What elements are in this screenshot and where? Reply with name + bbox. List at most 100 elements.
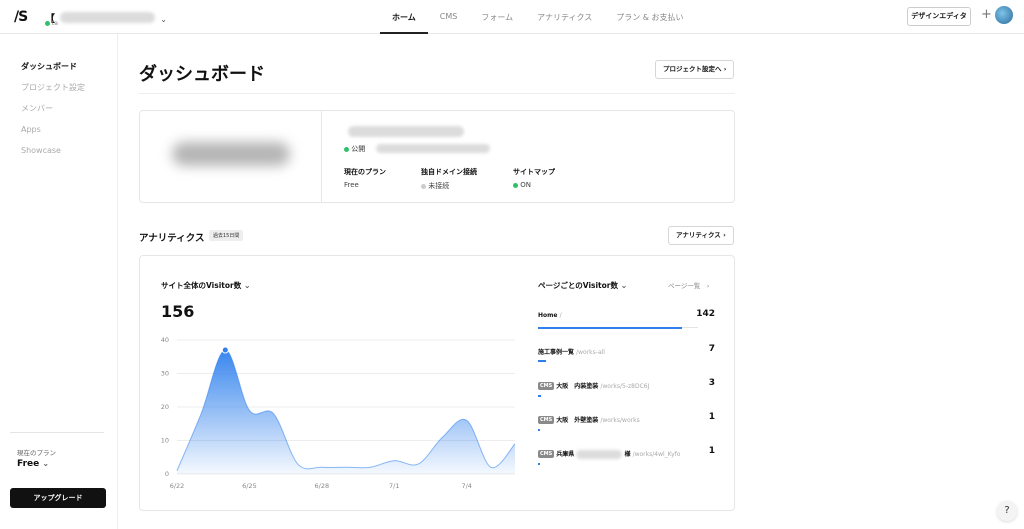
- nav-home[interactable]: ホーム: [380, 0, 428, 34]
- site-public-status: 公開: [344, 144, 365, 154]
- sitemap-label: サイトマップ: [513, 168, 555, 176]
- sidebar-item-dashboard[interactable]: ダッシュボード: [21, 61, 77, 72]
- page-path: /works/4wl_Kyfo: [632, 451, 681, 458]
- page-name: Home: [538, 312, 558, 319]
- avatar[interactable]: [995, 6, 1013, 24]
- page-row-works-all[interactable]: 施工事例一覧 /works-all 7: [538, 344, 715, 367]
- page-title: ダッシュボード: [139, 64, 265, 85]
- design-editor-button[interactable]: デザインエディタ: [907, 7, 971, 26]
- custom-domain-label: 独自ドメイン接続: [421, 168, 477, 176]
- page-count: 7: [708, 344, 715, 354]
- x-tick-label: 6/25: [242, 482, 257, 490]
- page-bar: [538, 463, 540, 465]
- page-row-label: CMS 兵庫県 様 /works/4wl_Kyfo: [538, 449, 680, 459]
- main-nav: ホーム CMS フォーム アナリティクス プラン & お支払い: [380, 0, 696, 34]
- sitemap-status: ON: [513, 181, 531, 189]
- sidebar-item-apps[interactable]: Apps: [21, 125, 41, 134]
- y-tick-label: 20: [161, 403, 169, 411]
- project-status: ta: [45, 20, 58, 27]
- project-settings-button[interactable]: プロジェクト設定へ ›: [655, 60, 735, 79]
- x-tick-label: 6/28: [315, 482, 330, 490]
- page-path: /works/works: [600, 417, 640, 424]
- upgrade-button[interactable]: アップグレード: [10, 488, 106, 508]
- plan-value: Free: [17, 459, 40, 469]
- chevron-right-icon: ›: [706, 282, 710, 290]
- page-list-link-label: ページ一覧: [668, 282, 701, 290]
- visitor-selector[interactable]: サイト全体のVisitor数 ⌄: [161, 280, 251, 291]
- cms-badge: CMS: [538, 382, 555, 390]
- peak-point[interactable]: [221, 346, 229, 354]
- status-dot-icon: [513, 182, 518, 188]
- site-url-redacted: [376, 144, 490, 153]
- page-name-suffix: 様: [624, 451, 631, 458]
- current-plan-label: 現在のプラン: [344, 168, 386, 176]
- status-dot-icon: [344, 146, 349, 152]
- chevron-down-icon: ⌄: [243, 281, 251, 290]
- y-tick-label: 10: [161, 437, 169, 445]
- site-thumbnail[interactable]: [140, 111, 322, 203]
- page-row-home[interactable]: Home / 142: [538, 309, 715, 332]
- custom-domain-status: 未接続: [421, 181, 449, 191]
- y-tick-label: 40: [161, 336, 169, 344]
- project-switcher[interactable]: 【 ⌄ ta: [45, 7, 167, 27]
- project-url-prefix: ta: [51, 20, 58, 27]
- page-row-label: 施工事例一覧 /works-all: [538, 347, 605, 356]
- client-name-redacted: [576, 450, 623, 459]
- nav-plan-billing[interactable]: プラン & お支払い: [604, 0, 695, 34]
- custom-domain-value: 未接続: [428, 182, 450, 190]
- chevron-right-icon: ›: [723, 65, 727, 73]
- page-row-label: CMS 大阪 外壁塗装 /works/works: [538, 415, 640, 424]
- project-settings-button-label: プロジェクト設定へ: [663, 65, 722, 73]
- site-name-redacted: [348, 126, 464, 137]
- plan-selector[interactable]: Free ⌄: [17, 459, 49, 469]
- page-bar: [538, 327, 682, 329]
- status-dot-icon: [421, 183, 426, 189]
- page-count: 1: [708, 412, 715, 422]
- chevron-down-icon: ⌄: [42, 459, 50, 468]
- page-count: 1: [708, 446, 715, 456]
- page-count: 142: [696, 309, 715, 319]
- top-bar: /S 【 ⌄ ta ホーム CMS フォーム アナリティクス プラン & お支払…: [0, 0, 1024, 34]
- site-info-card: 公開 現在のプラン Free 独自ドメイン接続 未接続 サイトマップ ON: [139, 110, 735, 203]
- page-list-link[interactable]: ページ一覧 ›: [668, 280, 709, 290]
- help-button[interactable]: ?: [997, 501, 1017, 521]
- sitemap-value: ON: [520, 181, 531, 189]
- page-path: /: [559, 312, 562, 319]
- cms-badge: CMS: [538, 416, 555, 424]
- nav-cms[interactable]: CMS: [428, 0, 470, 34]
- divider: [139, 93, 735, 94]
- divider: [10, 432, 104, 433]
- plan-label: 現在のプラン: [17, 449, 56, 457]
- page-row-label: Home /: [538, 312, 562, 319]
- x-tick-label: 7/4: [461, 482, 471, 490]
- page-name: 大阪 外壁塗装: [556, 417, 599, 424]
- sidebar-item-showcase[interactable]: Showcase: [21, 146, 61, 155]
- sidebar-item-members[interactable]: メンバー: [21, 103, 53, 114]
- visitor-total: 156: [161, 302, 195, 321]
- project-name-redacted: [60, 12, 156, 23]
- sidebar: ダッシュボード プロジェクト設定 メンバー Apps Showcase 現在のプ…: [0, 34, 118, 529]
- y-tick-label: 0: [165, 470, 169, 478]
- status-dot-icon: [45, 21, 50, 26]
- analytics-button[interactable]: アナリティクス ›: [668, 226, 734, 245]
- period-badge: 過去15日間: [209, 230, 244, 241]
- chevron-right-icon: ›: [723, 231, 726, 239]
- plus-icon[interactable]: +: [981, 7, 992, 22]
- page-row-cms-2[interactable]: CMS 大阪 外壁塗装 /works/works 1: [538, 412, 715, 435]
- analytics-button-label: アナリティクス: [676, 231, 721, 239]
- y-tick-label: 30: [161, 370, 169, 378]
- page-name: 兵庫県: [556, 451, 575, 458]
- visitor-title: サイト全体のVisitor数: [161, 281, 242, 290]
- page-visitor-selector[interactable]: ページごとのVisitor数 ⌄: [538, 280, 627, 291]
- page-bar: [538, 429, 540, 431]
- page-row-cms-3[interactable]: CMS 兵庫県 様 /works/4wl_Kyfo 1: [538, 446, 715, 469]
- cms-badge: CMS: [538, 450, 555, 458]
- page-row-cms-1[interactable]: CMS 大阪 内装塗装 /works/5-z8DC6J 3: [538, 378, 715, 401]
- nav-analytics[interactable]: アナリティクス: [525, 0, 604, 34]
- nav-form[interactable]: フォーム: [469, 0, 525, 34]
- page-row-label: CMS 大阪 内装塗装 /works/5-z8DC6J: [538, 381, 649, 390]
- page-bar: [538, 360, 546, 362]
- x-tick-label: 6/22: [170, 482, 185, 490]
- sidebar-item-project-settings[interactable]: プロジェクト設定: [21, 82, 85, 93]
- studio-logo[interactable]: /S: [14, 9, 28, 25]
